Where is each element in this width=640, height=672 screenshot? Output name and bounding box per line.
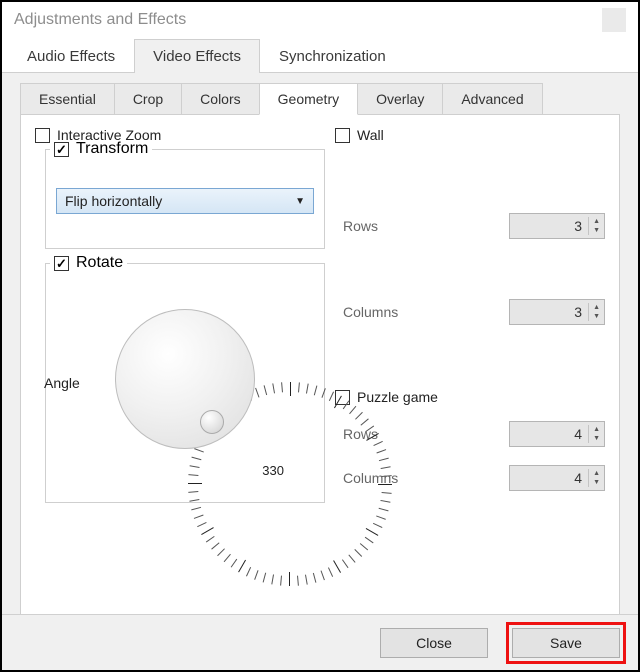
dialog-footer: Close Save — [2, 614, 638, 670]
window-title: Adjustments and Effects — [14, 11, 186, 29]
rotate-dial[interactable] — [115, 309, 255, 449]
dial-tick — [217, 548, 225, 556]
video-effects-sub-tabs: Essential Crop Colors Geometry Overlay A… — [20, 83, 620, 115]
puzzle-group: Puzzle game Rows ▲▼ Columns — [335, 389, 605, 491]
dial-tick — [271, 574, 274, 584]
transform-dropdown-value: Flip horizontally — [65, 193, 162, 209]
dial-tick — [206, 536, 215, 543]
angle-label: Angle — [44, 375, 80, 391]
chevron-down-icon[interactable]: ▼ — [589, 478, 604, 487]
tab-essential[interactable]: Essential — [20, 83, 115, 114]
wall-rows-stepper[interactable]: ▲▼ — [509, 213, 605, 239]
adjustments-effects-dialog: Adjustments and Effects Audio Effects Vi… — [0, 0, 640, 672]
dial-tick — [190, 465, 200, 468]
chevron-up-icon[interactable]: ▲ — [589, 303, 604, 312]
transform-checkbox[interactable] — [54, 142, 69, 157]
wall-cols-stepper[interactable]: ▲▼ — [509, 299, 605, 325]
dial-tick — [378, 484, 392, 485]
tab-video-effects[interactable]: Video Effects — [134, 39, 260, 73]
dial-tick — [211, 542, 219, 549]
tab-geometry[interactable]: Geometry — [259, 83, 358, 115]
tab-crop[interactable]: Crop — [114, 83, 182, 114]
wall-checkbox[interactable] — [335, 128, 350, 143]
chevron-down-icon[interactable]: ▼ — [589, 226, 604, 235]
dial-knob-icon — [200, 410, 224, 434]
puzzle-label: Puzzle game — [357, 389, 438, 405]
interactive-zoom-checkbox[interactable] — [35, 128, 50, 143]
dial-tick — [263, 573, 267, 583]
dial-tick — [189, 499, 199, 502]
close-icon[interactable] — [602, 8, 626, 32]
dial-tick — [329, 392, 334, 401]
dial-tick — [246, 567, 251, 576]
chevron-down-icon[interactable]: ▼ — [589, 312, 604, 321]
dial-tick — [231, 559, 238, 568]
tab-advanced[interactable]: Advanced — [442, 83, 542, 114]
dial-tick — [197, 522, 206, 527]
wall-rows-label: Rows — [343, 218, 378, 234]
dial-tick — [191, 507, 201, 511]
transform-group: Transform Flip horizontally ▼ — [45, 149, 325, 249]
wall-cols-label: Columns — [343, 304, 398, 320]
dial-tick — [194, 515, 204, 519]
wall-rows-input[interactable] — [510, 214, 588, 238]
dial-tick — [298, 382, 300, 392]
rotate-label: Rotate — [76, 254, 123, 272]
top-tab-bar: Audio Effects Video Effects Synchronizat… — [2, 38, 638, 73]
wall-label: Wall — [357, 127, 384, 143]
dial-tick — [290, 382, 291, 396]
chevron-up-icon[interactable]: ▲ — [589, 217, 604, 226]
save-highlight: Save — [506, 622, 626, 664]
dial-tick — [321, 388, 325, 398]
dial-tick — [314, 385, 318, 395]
dial-tick — [306, 384, 309, 394]
dial-tick — [297, 576, 299, 586]
dial-tick — [224, 554, 231, 562]
tab-synchronization[interactable]: Synchronization — [260, 39, 405, 73]
save-button[interactable]: Save — [512, 628, 620, 658]
wall-group: Wall Rows ▲▼ Columns — [335, 127, 605, 367]
dial-tick — [254, 570, 258, 580]
dial-tick — [238, 560, 246, 573]
dial-tick — [305, 575, 308, 585]
titlebar: Adjustments and Effects — [2, 2, 638, 38]
transform-dropdown[interactable]: Flip horizontally ▼ — [56, 188, 314, 214]
rotate-group: Rotate Angle 330 — [45, 263, 325, 503]
puzzle-rows-stepper[interactable]: ▲▼ — [509, 421, 605, 447]
puzzle-cols-stepper[interactable]: ▲▼ — [509, 465, 605, 491]
geometry-panel: Interactive Zoom Transform Flip horizont… — [20, 115, 620, 615]
chevron-up-icon[interactable]: ▲ — [589, 425, 604, 434]
dial-tick — [188, 474, 198, 476]
close-button[interactable]: Close — [380, 628, 488, 658]
transform-label: Transform — [76, 140, 148, 158]
puzzle-rows-label: Rows — [343, 426, 378, 442]
tab-audio-effects[interactable]: Audio Effects — [8, 39, 134, 73]
dial-tick — [321, 570, 325, 580]
dial-tick — [201, 527, 214, 535]
chevron-down-icon[interactable]: ▼ — [589, 434, 604, 443]
wall-cols-input[interactable] — [510, 300, 588, 324]
dial-tick — [280, 576, 282, 586]
dial-tick — [289, 572, 290, 586]
dial-tick — [194, 448, 204, 452]
dial-tick — [255, 388, 259, 398]
dial-tick — [188, 491, 198, 493]
dial-tick-label: 330 — [262, 463, 284, 478]
dial-tick — [188, 483, 202, 484]
rotate-checkbox[interactable] — [54, 256, 69, 271]
dial-tick — [328, 567, 333, 576]
dial-tick — [281, 382, 283, 392]
dial-tick — [313, 573, 317, 583]
dial-tick — [264, 385, 268, 395]
dial-tick — [272, 383, 275, 393]
chevron-down-icon: ▼ — [295, 196, 305, 207]
tab-colors[interactable]: Colors — [181, 83, 259, 114]
tab-overlay[interactable]: Overlay — [357, 83, 443, 114]
chevron-up-icon[interactable]: ▲ — [589, 469, 604, 478]
puzzle-rows-input[interactable] — [510, 422, 588, 446]
dial-tick — [191, 457, 201, 461]
puzzle-cols-input[interactable] — [510, 466, 588, 490]
